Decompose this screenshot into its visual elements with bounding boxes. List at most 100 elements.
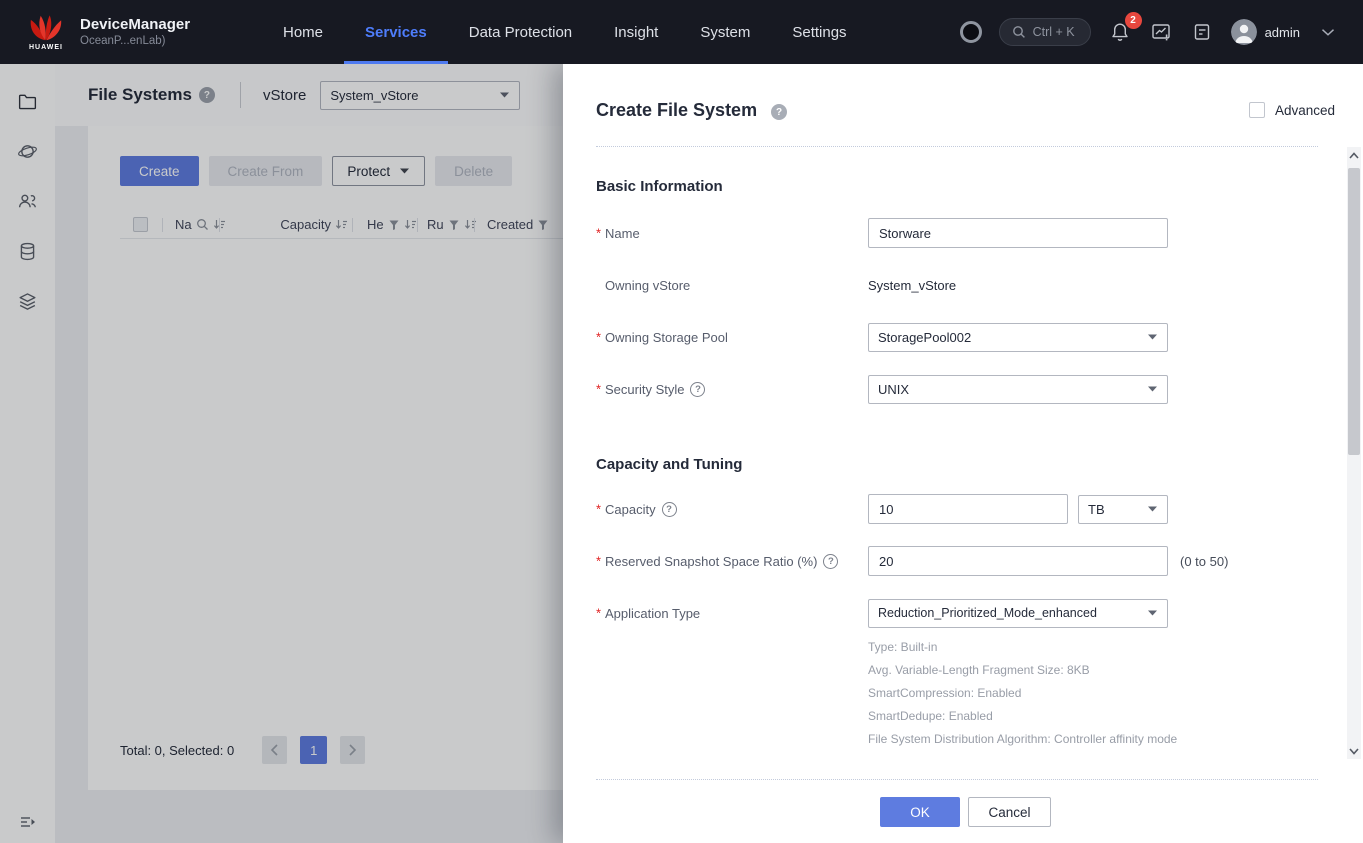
ok-button[interactable]: OK — [880, 797, 960, 827]
huawei-fan-icon — [28, 13, 64, 43]
snapshot-ratio-row: * Reserved Snapshot Space Ratio (%) ? (0… — [596, 535, 1318, 587]
owning-vstore-row: Owning vStore System_vStore — [596, 259, 1318, 311]
search-shortcut: Ctrl + K — [1033, 25, 1075, 39]
search-icon — [1012, 25, 1026, 39]
capacity-unit-select[interactable]: TB — [1078, 495, 1168, 524]
name-row: * Name — [596, 207, 1318, 259]
dialog-title: Create File System ? — [596, 100, 787, 121]
nav-item-data-protection[interactable]: Data Protection — [448, 0, 593, 64]
global-search[interactable]: Ctrl + K — [999, 18, 1091, 46]
chevron-down-icon — [1147, 609, 1158, 617]
application-type-details: Type: Built-in Avg. Variable-Length Frag… — [868, 636, 1318, 751]
user-avatar[interactable] — [1231, 19, 1257, 45]
name-input[interactable] — [868, 218, 1168, 248]
performance-alerts-button[interactable] — [1149, 20, 1173, 44]
capacity-label: * Capacity ? — [596, 502, 868, 517]
dialog-scrollbar[interactable] — [1347, 147, 1361, 759]
required-asterisk: * — [596, 502, 601, 517]
avatar-icon — [1231, 19, 1257, 45]
device-name: OceanP...enLab) — [80, 34, 190, 48]
document-list-icon — [1192, 22, 1212, 42]
top-nav: HUAWEI DeviceManager OceanP...enLab) Hom… — [0, 0, 1363, 64]
nav-item-system[interactable]: System — [679, 0, 771, 64]
nav-item-services[interactable]: Services — [344, 0, 448, 64]
main-menu: Home Services Data Protection Insight Sy… — [262, 0, 868, 64]
required-asterisk: * — [596, 226, 601, 241]
capacity-row: * Capacity ? TB — [596, 483, 1318, 535]
performance-chart-icon — [1150, 21, 1172, 43]
required-asterisk: * — [596, 606, 601, 621]
advanced-checkbox[interactable] — [1249, 102, 1265, 118]
app-title: DeviceManager — [80, 16, 190, 34]
apptype-detail-line: SmartDedupe: Enabled — [868, 705, 1318, 728]
capacity-help-icon[interactable]: ? — [662, 502, 677, 517]
device-manager-screen: HUAWEI DeviceManager OceanP...enLab) Hom… — [0, 0, 1363, 843]
security-style-label: * Security Style ? — [596, 382, 868, 397]
scroll-up-button[interactable] — [1347, 147, 1361, 163]
nav-item-insight[interactable]: Insight — [593, 0, 679, 64]
snapshot-ratio-label: * Reserved Snapshot Space Ratio (%) ? — [596, 554, 868, 569]
chevron-up-icon — [1349, 152, 1359, 159]
dialog-body: Basic Information * Name Owning vStore S… — [563, 177, 1363, 751]
user-menu-chevron-icon[interactable] — [1317, 21, 1339, 43]
security-selected-value: UNIX — [878, 382, 909, 397]
advanced-toggle[interactable]: Advanced — [1249, 102, 1335, 118]
required-asterisk: * — [596, 554, 601, 569]
snapshot-ratio-hint: (0 to 50) — [1180, 554, 1228, 569]
dialog-help-icon[interactable]: ? — [771, 104, 787, 120]
modal-dim-overlay — [0, 64, 563, 843]
name-label: * Name — [596, 226, 868, 241]
apptype-detail-line: Type: Built-in — [868, 636, 1318, 659]
application-type-row: * Application Type Reduction_Prioritized… — [596, 587, 1318, 639]
owning-storage-pool-select[interactable]: StoragePool002 — [868, 323, 1168, 352]
application-type-label: * Application Type — [596, 606, 868, 621]
nav-utilities: Ctrl + K 2 — [960, 0, 1339, 64]
create-file-system-dialog: Create File System ? Advanced Basic Info… — [563, 64, 1363, 843]
dialog-header: Create File System ? Advanced — [563, 64, 1363, 146]
capacity-input[interactable] — [868, 494, 1068, 524]
basic-information-heading: Basic Information — [596, 177, 1318, 197]
apptype-detail-line: SmartCompression: Enabled — [868, 682, 1318, 705]
scroll-down-button[interactable] — [1347, 743, 1361, 759]
dialog-footer: OK Cancel — [596, 779, 1335, 827]
apptype-detail-line: Avg. Variable-Length Fragment Size: 8KB — [868, 659, 1318, 682]
dialog-title-text: Create File System — [596, 100, 757, 120]
nav-item-settings[interactable]: Settings — [771, 0, 867, 64]
chevron-down-icon — [1147, 385, 1158, 393]
capacity-tuning-heading: Capacity and Tuning — [596, 455, 1318, 475]
chevron-down-icon — [1147, 333, 1158, 341]
notification-badge: 2 — [1125, 12, 1142, 29]
notifications-button[interactable]: 2 — [1108, 20, 1132, 44]
dialog-actions: OK Cancel — [596, 780, 1335, 827]
owning-storage-pool-label: * Owning Storage Pool — [596, 330, 868, 345]
brand: HUAWEI DeviceManager OceanP...enLab) — [24, 13, 190, 51]
required-asterisk: * — [596, 330, 601, 345]
owning-vstore-label: Owning vStore — [596, 278, 868, 293]
capacity-unit-value: TB — [1088, 502, 1105, 517]
huawei-logo: HUAWEI — [24, 13, 68, 51]
snapshot-ratio-input[interactable] — [868, 546, 1168, 576]
brand-text: DeviceManager OceanP...enLab) — [80, 16, 190, 48]
dialog-separator-top — [596, 146, 1318, 147]
owning-vstore-value: System_vStore — [868, 278, 956, 293]
scrollbar-thumb[interactable] — [1348, 168, 1360, 455]
required-asterisk: * — [596, 382, 601, 397]
security-style-help-icon[interactable]: ? — [690, 382, 705, 397]
security-style-row: * Security Style ? UNIX — [596, 363, 1318, 415]
user-name[interactable]: admin — [1265, 25, 1300, 40]
owning-storage-pool-row: * Owning Storage Pool StoragePool002 — [596, 311, 1318, 363]
advanced-label: Advanced — [1275, 103, 1335, 118]
task-list-button[interactable] — [1190, 20, 1214, 44]
application-type-value: Reduction_Prioritized_Mode_enhanced — [878, 606, 1097, 620]
chevron-down-icon — [1349, 748, 1359, 755]
security-style-select[interactable]: UNIX — [868, 375, 1168, 404]
assistant-orb-icon[interactable] — [960, 21, 982, 43]
huawei-wordmark: HUAWEI — [29, 44, 63, 51]
snapshot-ratio-help-icon[interactable]: ? — [823, 554, 838, 569]
chevron-down-icon — [1147, 505, 1158, 513]
apptype-detail-line: File System Distribution Algorithm: Cont… — [868, 728, 1318, 751]
pool-selected-value: StoragePool002 — [878, 330, 971, 345]
nav-item-home[interactable]: Home — [262, 0, 344, 64]
application-type-select[interactable]: Reduction_Prioritized_Mode_enhanced — [868, 599, 1168, 628]
cancel-button[interactable]: Cancel — [968, 797, 1051, 827]
